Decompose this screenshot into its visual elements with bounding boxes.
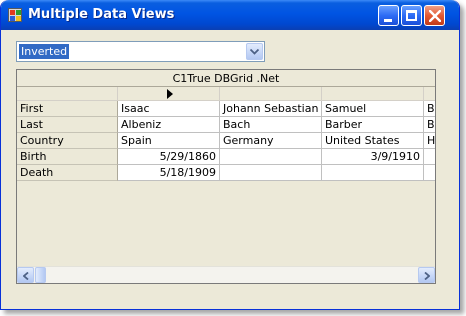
record-selector[interactable] — [220, 87, 322, 101]
grid-cell[interactable]: H — [424, 133, 435, 149]
grid-cell[interactable]: Spain — [118, 133, 220, 149]
row-label: First — [17, 101, 118, 117]
window-title: Multiple Data Views — [28, 7, 175, 22]
grid-cell[interactable]: Albeniz — [118, 117, 220, 133]
grid-caption: C1True DBGrid .Net — [17, 70, 435, 87]
grid-cell[interactable]: B — [424, 101, 435, 117]
record-selector[interactable] — [322, 87, 424, 101]
row-label: Country — [17, 133, 118, 149]
row-label: Birth — [17, 149, 118, 165]
grid-cell[interactable]: Isaac — [118, 101, 220, 117]
grid-cell[interactable]: Johann Sebastian — [220, 101, 322, 117]
grid-row-country: Country Spain Germany United States H — [17, 133, 435, 149]
close-button[interactable] — [424, 5, 445, 26]
grid-cell[interactable]: Samuel — [322, 101, 424, 117]
chevron-right-icon — [424, 272, 430, 280]
title-bar[interactable]: Multiple Data Views — [1, 0, 459, 30]
data-grid[interactable]: C1True DBGrid .Net First Isaac Johann Se… — [16, 69, 436, 284]
dropdown-button[interactable] — [246, 43, 263, 60]
grid-row-birth: Birth 5/29/1860 3/9/1910 — [17, 149, 435, 165]
grid-row-last: Last Albeniz Bach Barber B — [17, 117, 435, 133]
minimize-button[interactable] — [378, 5, 399, 26]
chevron-left-icon — [23, 272, 29, 280]
grid-cell[interactable]: 5/29/1860 — [118, 149, 220, 165]
grid-cell[interactable]: 5/18/1909 — [118, 165, 220, 181]
scroll-left-button[interactable] — [17, 267, 34, 283]
grid-cell[interactable] — [220, 165, 322, 181]
view-mode-selected-value: Inverted — [19, 44, 70, 59]
header-corner — [17, 87, 118, 101]
grid-cell[interactable]: 3/9/1910 — [322, 149, 424, 165]
grid-row-death: Death 5/18/1909 — [17, 165, 435, 181]
view-mode-dropdown[interactable]: Inverted — [16, 41, 265, 62]
record-selector-row — [17, 87, 435, 101]
scroll-thumb[interactable] — [35, 267, 46, 283]
grid-cell[interactable] — [322, 165, 424, 181]
horizontal-scrollbar[interactable] — [17, 266, 435, 283]
grid-cell[interactable]: Germany — [220, 133, 322, 149]
grid-cell[interactable]: Bach — [220, 117, 322, 133]
scroll-right-button[interactable] — [418, 267, 435, 283]
row-label: Death — [17, 165, 118, 181]
grid-cell[interactable]: B — [424, 117, 435, 133]
maximize-button[interactable] — [401, 5, 422, 26]
close-icon — [429, 10, 441, 22]
record-selector[interactable] — [424, 87, 435, 101]
grid-cell[interactable] — [424, 165, 435, 181]
chevron-down-icon — [250, 49, 259, 55]
row-pointer-icon — [167, 89, 173, 99]
grid-cell[interactable]: Barber — [322, 117, 424, 133]
minimize-icon — [384, 19, 392, 22]
grid-cell[interactable] — [424, 149, 435, 165]
maximize-icon — [406, 10, 417, 21]
grid-cell[interactable]: United States — [322, 133, 424, 149]
grid-row-first: First Isaac Johann Sebastian Samuel B — [17, 101, 435, 117]
grid-cell[interactable] — [220, 149, 322, 165]
row-label: Last — [17, 117, 118, 133]
app-icon[interactable] — [8, 8, 22, 22]
app-window: Multiple Data Views Inverted C1True DBGr… — [0, 0, 460, 310]
